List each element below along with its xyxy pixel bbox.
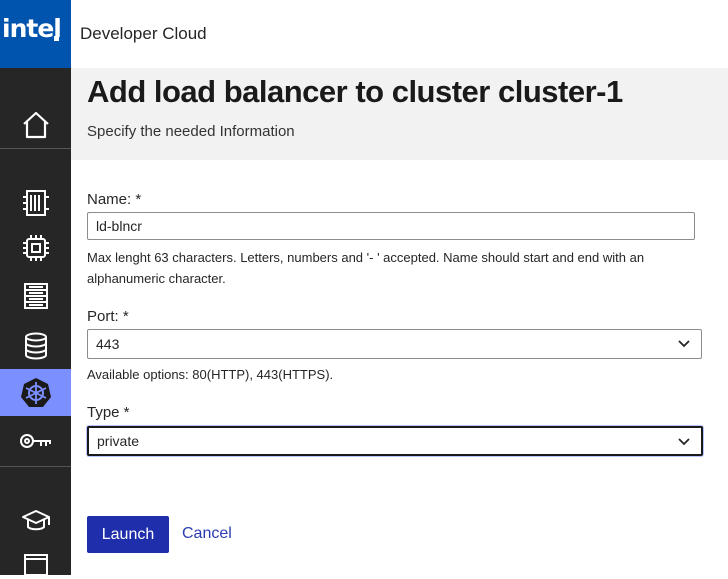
storage-list-icon — [23, 283, 48, 309]
type-select[interactable]: private — [87, 426, 703, 456]
top-bar: Developer Cloud — [71, 0, 728, 68]
name-label: Name: * — [87, 191, 142, 208]
page-subtitle: Specify the needed Information — [87, 123, 295, 140]
app-title: Developer Cloud — [80, 24, 207, 43]
sidebar-item-keys[interactable] — [0, 421, 71, 461]
cancel-link[interactable]: Cancel — [182, 525, 232, 543]
launch-button[interactable]: Launch — [87, 516, 169, 553]
cpu-chip-icon — [22, 235, 49, 261]
sidebar-item-database[interactable] — [0, 325, 71, 367]
server-rack-icon — [22, 190, 49, 216]
intel-logo[interactable]: intel — [0, 0, 71, 68]
logo-dot — [54, 36, 59, 41]
sidebar: intel — [0, 0, 71, 575]
sidebar-item-home[interactable] — [0, 104, 71, 146]
sidebar-item-kubernetes[interactable] — [0, 369, 71, 416]
kubernetes-icon — [20, 377, 51, 407]
graduation-cap-icon — [21, 510, 50, 531]
port-label: Port: * — [87, 308, 129, 325]
sidebar-item-hardware[interactable] — [0, 228, 71, 268]
type-select-value: private — [97, 433, 140, 449]
sidebar-item-storage[interactable] — [0, 276, 71, 316]
port-help-text: Available options: 80(HTTP), 443(HTTPS). — [87, 367, 334, 382]
chevron-down-icon — [678, 340, 690, 348]
name-input[interactable] — [87, 212, 695, 240]
sidebar-item-compute[interactable] — [0, 183, 71, 223]
page-title: Add load balancer to cluster cluster-1 — [87, 74, 623, 109]
sidebar-item-learning[interactable] — [0, 501, 71, 541]
name-help-text: Max lenght 63 characters. Letters, numbe… — [87, 250, 645, 286]
database-icon — [24, 332, 47, 360]
chevron-down-icon — [678, 438, 690, 446]
logo-text: intel — [2, 14, 62, 43]
sidebar-divider — [0, 466, 71, 467]
home-icon — [22, 111, 49, 139]
window-icon — [23, 554, 48, 575]
page-header: Add load balancer to cluster cluster-1 S… — [71, 68, 728, 160]
port-select-value: 443 — [96, 336, 120, 352]
type-label: Type * — [87, 404, 130, 421]
key-icon — [19, 434, 51, 448]
sidebar-divider — [0, 148, 71, 149]
port-select[interactable]: 443 — [87, 329, 702, 359]
